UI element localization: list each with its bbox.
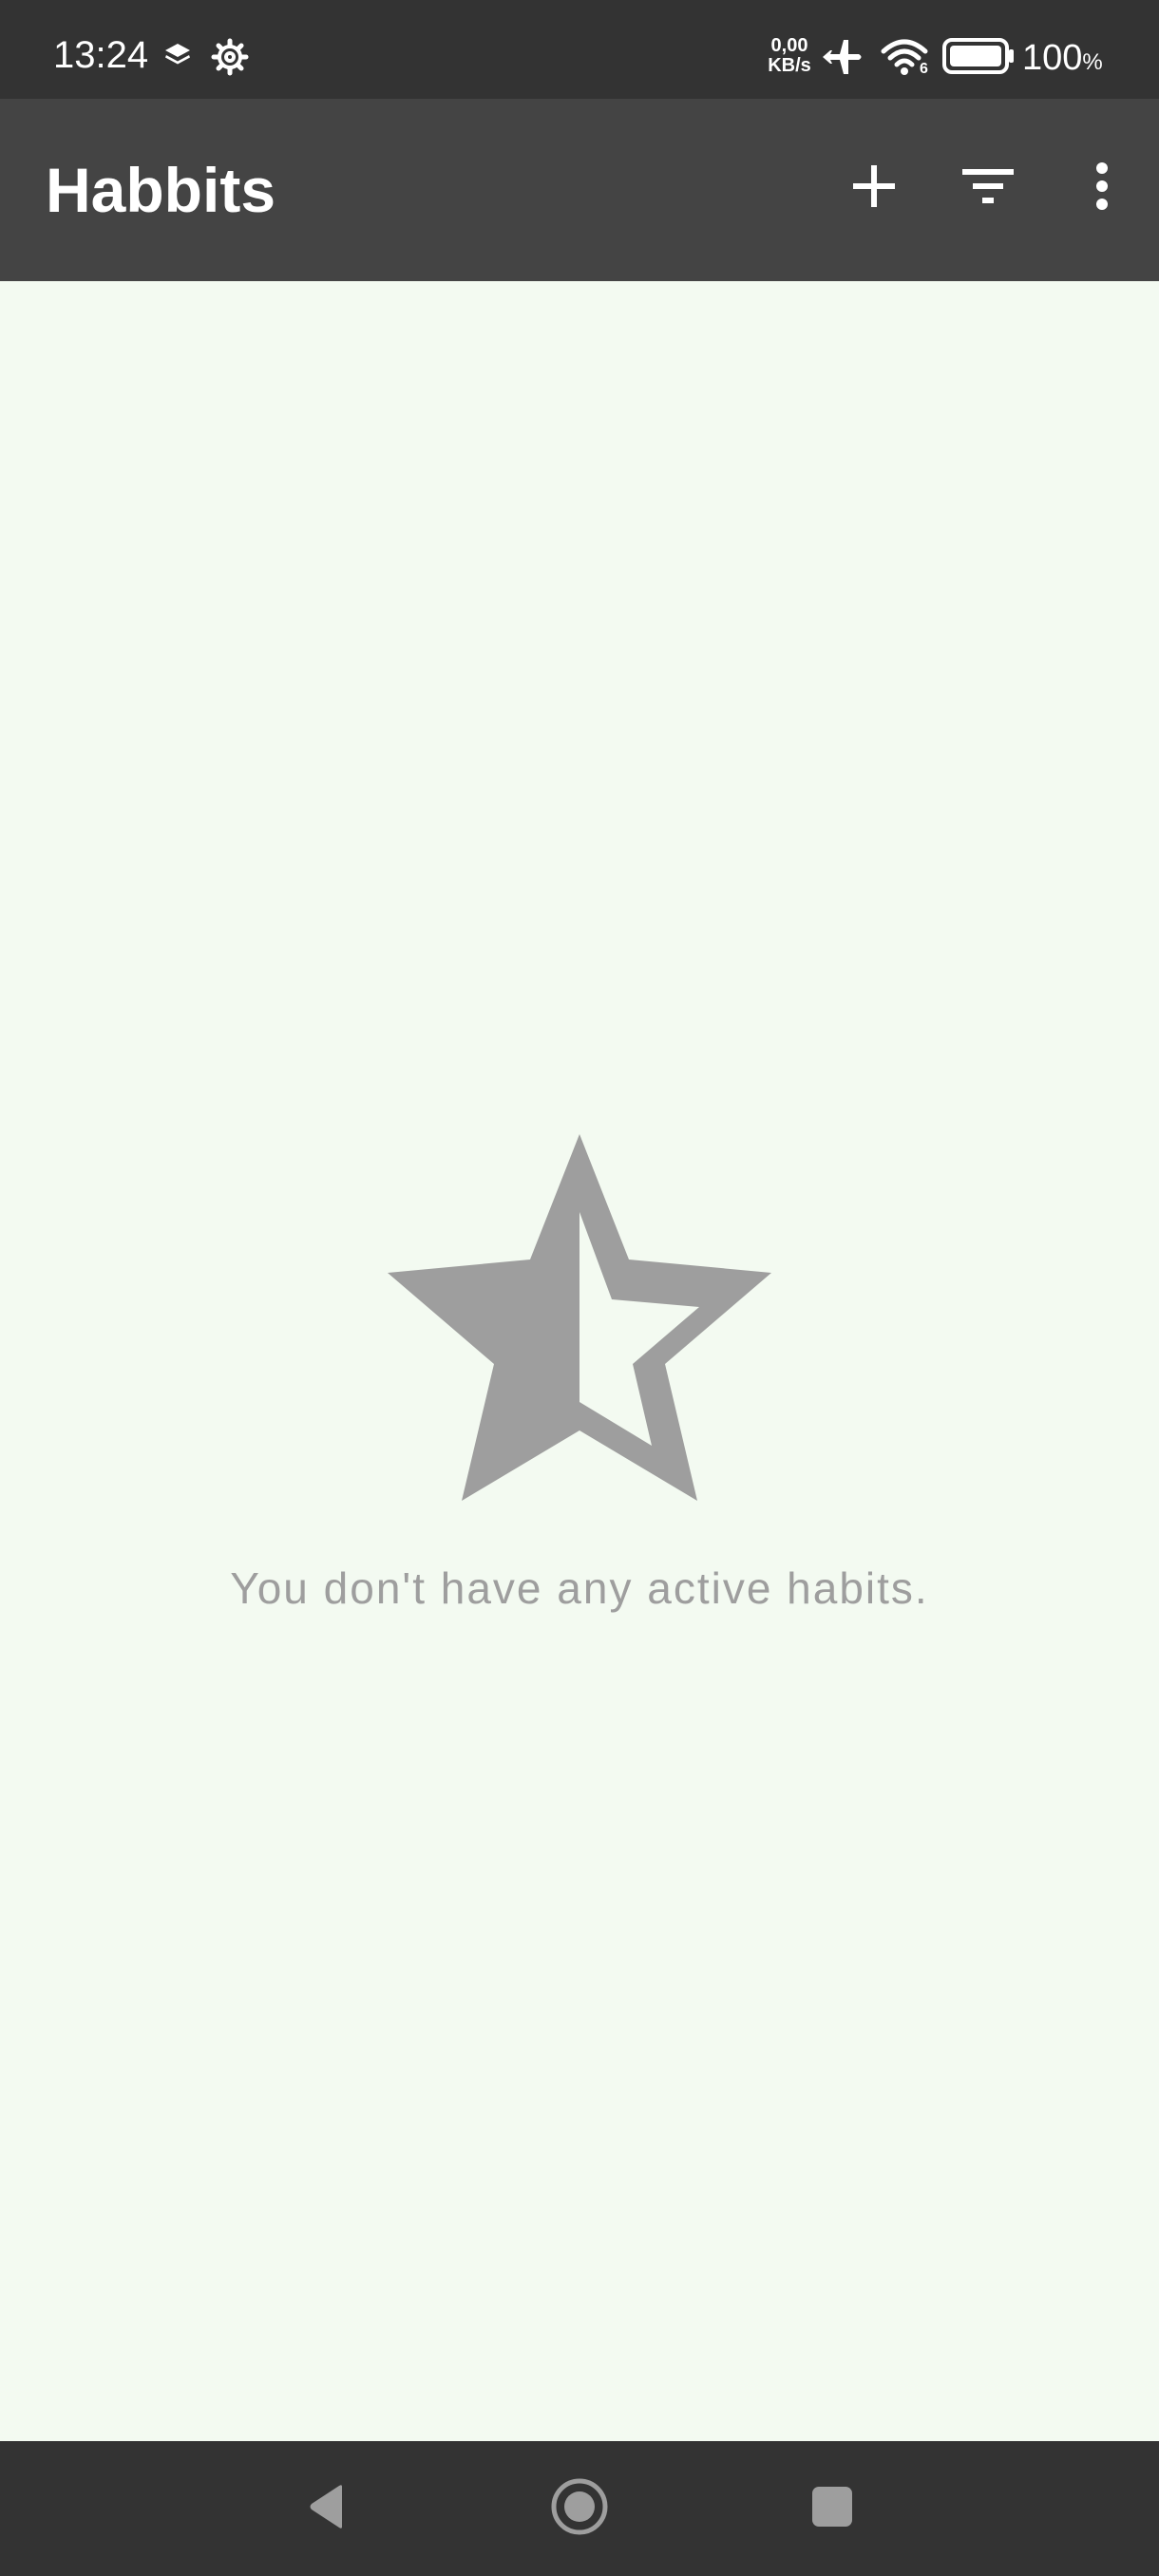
wifi-icon: 6 [880,36,933,85]
filter-icon [960,165,1016,212]
star-half-icon [384,1134,775,1507]
status-time: 13:24 [53,34,149,76]
add-icon [850,162,898,215]
empty-state: You don't have any active habits. [0,281,1159,2441]
network-speed-unit: KB/s [768,55,811,76]
wifi-badge: 6 [920,61,928,77]
home-button[interactable] [532,2461,627,2556]
app-bar: Habbits [0,99,1159,281]
battery-percent-value: 100 [1022,38,1083,78]
gear-icon [211,38,249,81]
recents-button[interactable] [785,2461,880,2556]
home-icon [550,2477,609,2541]
battery-icon [942,38,1016,79]
status-bar: 13:24 0,00 KB/s 6 100% [0,0,1159,99]
battery-percent-sign: % [1082,49,1103,75]
more-options-button[interactable] [1054,141,1150,236]
back-button[interactable] [279,2461,374,2556]
network-speed: 0,00 KB/s [766,36,813,76]
network-speed-value: 0,00 [770,35,808,56]
navigation-bar [0,2441,1159,2576]
recents-icon [811,2486,853,2532]
app-title: Habbits [46,155,276,225]
layers-icon [163,42,192,73]
back-icon [306,2483,348,2535]
battery-percent: 100% [1022,36,1103,85]
add-habit-button[interactable] [826,141,922,236]
airplane-icon [819,34,866,85]
empty-state-message: You don't have any active habits. [230,1563,929,1613]
more-vert-icon [1095,161,1109,216]
filter-button[interactable] [940,141,1036,236]
